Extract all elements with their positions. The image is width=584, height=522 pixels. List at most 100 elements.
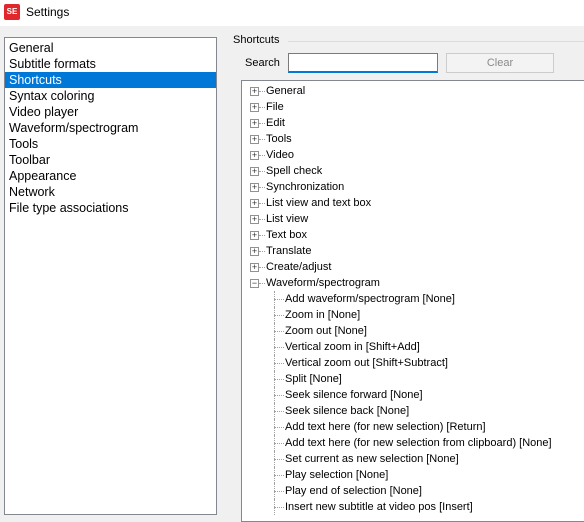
shortcut-item[interactable]: Play selection [None]	[242, 467, 584, 483]
tree-connector	[274, 411, 284, 412]
shortcut-item[interactable]: Play end of selection [None]	[242, 483, 584, 499]
tree-node-label: Video	[266, 149, 294, 161]
shortcuts-tree[interactable]: + General + File + Edit + Tools + Video + Spell che…	[241, 80, 584, 522]
shortcut-label: Add waveform/spectrogram [None]	[285, 293, 455, 305]
expand-icon[interactable]: +	[250, 151, 259, 160]
tree-connector	[259, 91, 265, 92]
section-item[interactable]: Video player	[5, 104, 216, 120]
section-item[interactable]: Subtitle formats	[5, 56, 216, 72]
tree-connector	[274, 443, 284, 444]
expand-icon[interactable]: +	[250, 263, 259, 272]
shortcut-item[interactable]: Add text here (for new selection) [Retur…	[242, 419, 584, 435]
tree-connector	[274, 475, 284, 476]
tree-node[interactable]: + Translate	[242, 243, 584, 259]
tree-connector	[274, 427, 284, 428]
shortcut-item[interactable]: Vertical zoom in [Shift+Add]	[242, 339, 584, 355]
tree-node[interactable]: + Video	[242, 147, 584, 163]
shortcut-label: Zoom out [None]	[285, 325, 367, 337]
tree-node[interactable]: + List view and text box	[242, 195, 584, 211]
expand-icon[interactable]: +	[250, 183, 259, 192]
expand-icon[interactable]: +	[250, 119, 259, 128]
shortcut-label: Play end of selection [None]	[285, 485, 422, 497]
tree-connector	[274, 331, 284, 332]
tree-connector	[259, 171, 265, 172]
shortcut-label: Play selection [None]	[285, 469, 389, 481]
tree-node[interactable]: + Tools	[242, 131, 584, 147]
tree-connector	[274, 363, 284, 364]
tree-node-label: File	[266, 101, 284, 113]
shortcut-item[interactable]: Set current as new selection [None]	[242, 451, 584, 467]
tree-connector	[259, 267, 265, 268]
tree-node-label: Tools	[266, 133, 292, 145]
tree-node[interactable]: + List view	[242, 211, 584, 227]
shortcut-item[interactable]: Insert new subtitle at video pos [Insert…	[242, 499, 584, 515]
tree-connector	[259, 219, 265, 220]
collapse-icon[interactable]: −	[250, 279, 259, 288]
tree-node[interactable]: + Spell check	[242, 163, 584, 179]
tree-connector	[259, 187, 265, 188]
tree-connector	[274, 315, 284, 316]
shortcut-item[interactable]: Add text here (for new selection from cl…	[242, 435, 584, 451]
tree-node[interactable]: + Edit	[242, 115, 584, 131]
tree-connector	[259, 139, 265, 140]
shortcut-label: Seek silence back [None]	[285, 405, 410, 417]
tree-connector	[259, 251, 265, 252]
tree-connector	[274, 395, 284, 396]
shortcut-item[interactable]: Zoom in [None]	[242, 307, 584, 323]
tree-node-label: Spell check	[266, 165, 323, 177]
shortcut-label: Add text here (for new selection from cl…	[285, 437, 552, 449]
tree-node[interactable]: + Text box	[242, 227, 584, 243]
settings-sections-list[interactable]: General Subtitle formats Shortcuts Syntax c…	[4, 37, 217, 515]
tree-node-label: List view and text box	[266, 197, 372, 209]
search-input[interactable]	[288, 53, 438, 73]
shortcut-label: Insert new subtitle at video pos [Insert…	[285, 501, 473, 513]
tree-connector	[274, 491, 284, 492]
expand-icon[interactable]: +	[250, 247, 259, 256]
shortcut-label: Seek silence forward [None]	[285, 389, 423, 401]
expand-icon[interactable]: +	[250, 87, 259, 96]
section-item[interactable]: File type associations	[5, 200, 216, 216]
tree-node[interactable]: + File	[242, 99, 584, 115]
expand-icon[interactable]: +	[250, 215, 259, 224]
shortcut-item[interactable]: Zoom out [None]	[242, 323, 584, 339]
tree-connector	[274, 379, 284, 380]
tree-node[interactable]: − Waveform/spectrogram	[242, 275, 584, 291]
expand-icon[interactable]: +	[250, 167, 259, 176]
tree-node-label: Waveform/spectrogram	[266, 277, 380, 289]
shortcut-item[interactable]: Vertical zoom out [Shift+Subtract]	[242, 355, 584, 371]
title-bar: SE Settings	[0, 0, 584, 26]
shortcut-item[interactable]: Split [None]	[242, 371, 584, 387]
expand-icon[interactable]: +	[250, 199, 259, 208]
tree-node[interactable]: + Synchronization	[242, 179, 584, 195]
tree-node-label: Text box	[266, 229, 307, 241]
tree-node[interactable]: + Create/adjust	[242, 259, 584, 275]
shortcut-label: Vertical zoom in [Shift+Add]	[285, 341, 420, 353]
section-item[interactable]: Shortcuts	[5, 72, 216, 88]
tree-node[interactable]: + General	[242, 83, 584, 99]
expand-icon[interactable]: +	[250, 231, 259, 240]
section-item[interactable]: Tools	[5, 136, 216, 152]
shortcut-label: Split [None]	[285, 373, 342, 385]
shortcut-label: Set current as new selection [None]	[285, 453, 459, 465]
section-item[interactable]: Toolbar	[5, 152, 216, 168]
shortcut-label: Vertical zoom out [Shift+Subtract]	[285, 357, 448, 369]
tree-connector	[259, 107, 265, 108]
section-item[interactable]: Network	[5, 184, 216, 200]
expand-icon[interactable]: +	[250, 103, 259, 112]
shortcut-item[interactable]: Add waveform/spectrogram [None]	[242, 291, 584, 307]
section-item[interactable]: General	[5, 40, 216, 56]
tree-node-label: List view	[266, 213, 309, 225]
clear-button[interactable]: Clear	[446, 53, 554, 73]
shortcut-label: Zoom in [None]	[285, 309, 361, 321]
section-item[interactable]: Syntax coloring	[5, 88, 216, 104]
tree-node-label: Edit	[266, 117, 285, 129]
expand-icon[interactable]: +	[250, 135, 259, 144]
section-item[interactable]: Waveform/spectrogram	[5, 120, 216, 136]
shortcuts-group-label: Shortcuts	[233, 34, 280, 46]
group-divider	[288, 41, 584, 42]
shortcut-item[interactable]: Seek silence back [None]	[242, 403, 584, 419]
section-item[interactable]: Appearance	[5, 168, 216, 184]
tree-connector	[259, 203, 265, 204]
shortcut-item[interactable]: Seek silence forward [None]	[242, 387, 584, 403]
tree-node-label: Translate	[266, 245, 312, 257]
